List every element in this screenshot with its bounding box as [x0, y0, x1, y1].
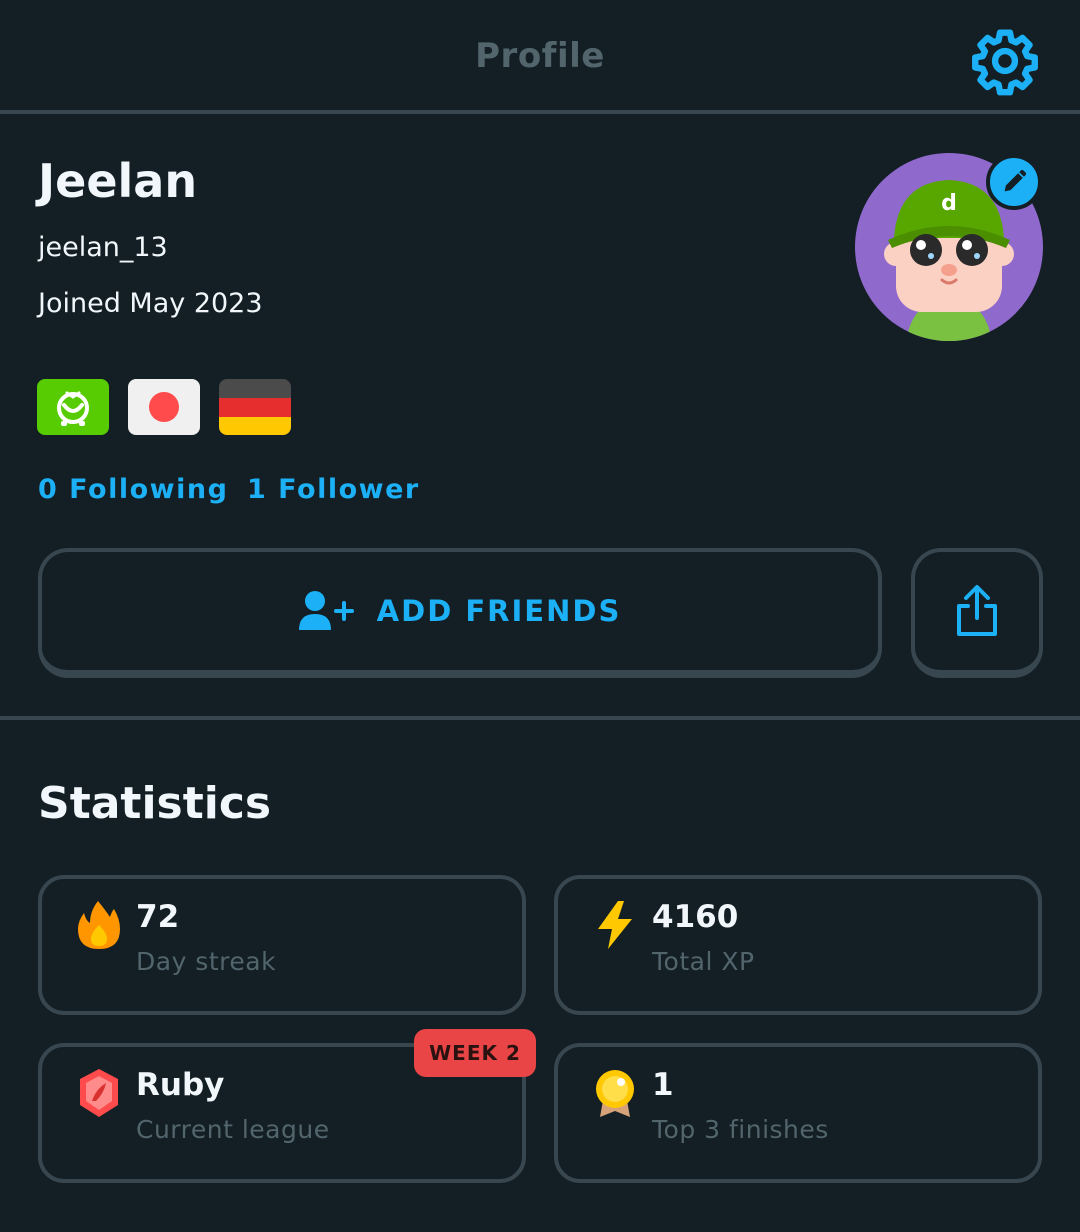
lightning-icon — [598, 901, 632, 949]
week-badge: WEEK 2 — [414, 1029, 536, 1077]
stat-card-top3[interactable]: 1 Top 3 finishes — [554, 1043, 1042, 1183]
pencil-icon — [1004, 169, 1027, 192]
league-value: Ruby — [136, 1067, 225, 1103]
stat-card-streak[interactable]: 72 Day streak — [38, 875, 526, 1015]
medal-icon — [596, 1070, 634, 1117]
course-flag-german[interactable] — [219, 379, 291, 435]
top3-value: 1 — [652, 1067, 674, 1103]
japan-flag — [149, 392, 179, 422]
course-flag-japanese[interactable] — [128, 379, 200, 435]
statistics-heading: Statistics — [38, 778, 272, 829]
germany-flag — [219, 379, 291, 435]
following-link[interactable]: 0 Following — [38, 474, 228, 505]
header-divider — [0, 110, 1080, 114]
add-friends-button[interactable]: ADD FRIENDS — [38, 548, 882, 678]
streak-label: Day streak — [136, 947, 277, 976]
add-friends-label: ADD FRIENDS — [376, 594, 622, 628]
top-bar: Profile — [0, 0, 1080, 112]
duolingo-math-flag — [57, 391, 89, 426]
streak-value: 72 — [136, 899, 180, 935]
followers-link[interactable]: 1 Follower — [247, 474, 420, 505]
section-divider — [0, 716, 1080, 720]
gear-icon — [972, 29, 1038, 96]
add-user-icon — [298, 591, 354, 630]
share-icon — [957, 585, 997, 636]
svg-text:d: d — [941, 191, 957, 216]
course-flag-math[interactable] — [37, 379, 109, 435]
profile-username: jeelan_13 — [38, 232, 168, 263]
league-label: Current league — [136, 1115, 330, 1144]
stat-card-xp[interactable]: 4160 Total XP — [554, 875, 1042, 1015]
ruby-league-icon — [80, 1069, 118, 1117]
settings-button[interactable] — [970, 26, 1040, 96]
profile-name: Jeelan — [38, 154, 198, 208]
share-profile-button[interactable] — [911, 548, 1043, 678]
joined-date: Joined May 2023 — [38, 288, 263, 319]
page-title: Profile — [475, 36, 605, 76]
xp-label: Total XP — [652, 947, 755, 976]
top3-label: Top 3 finishes — [652, 1115, 829, 1144]
xp-value: 4160 — [652, 899, 739, 935]
fire-icon — [78, 901, 120, 949]
edit-avatar-button[interactable] — [986, 154, 1042, 210]
